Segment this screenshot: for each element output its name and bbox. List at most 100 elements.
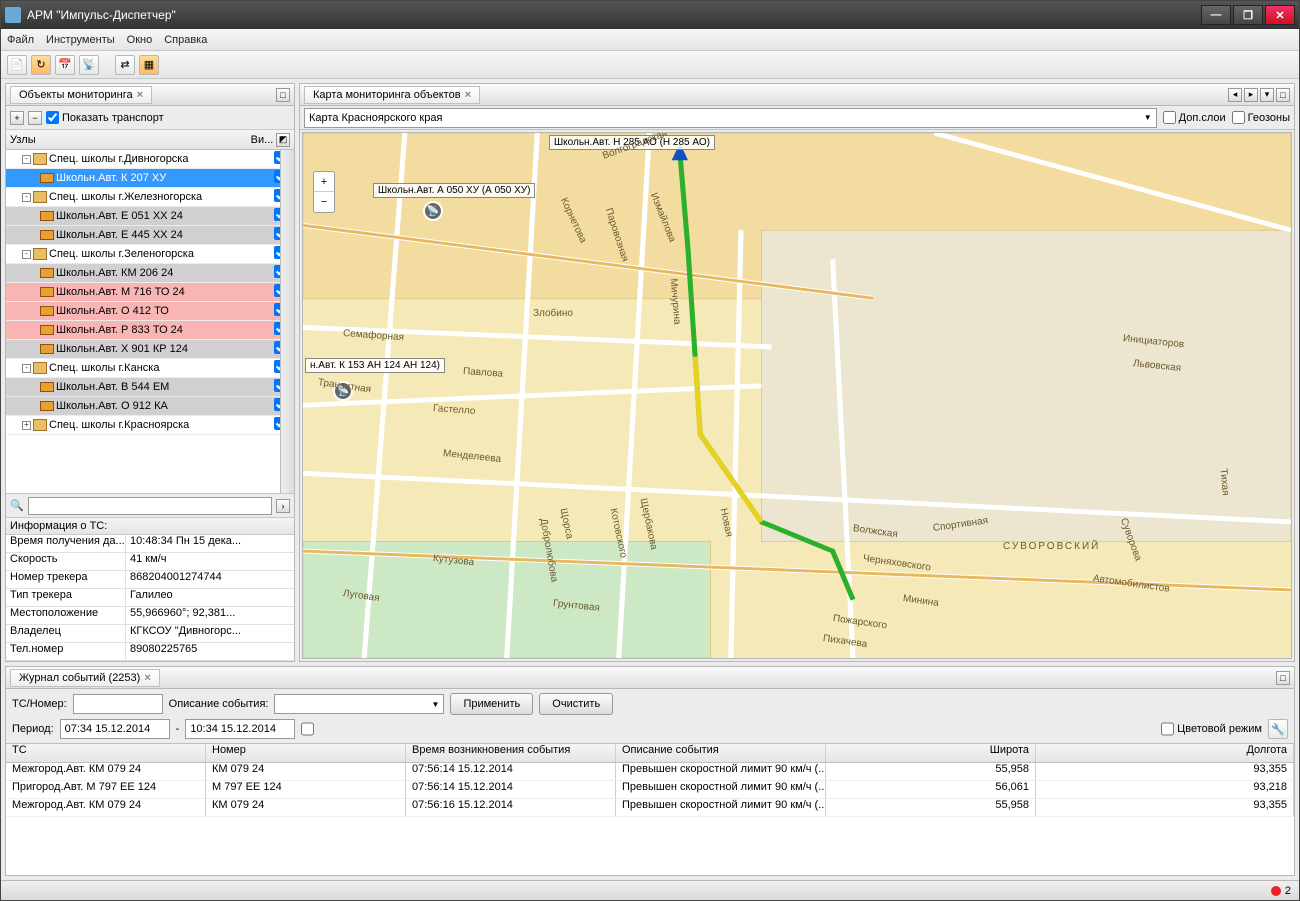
- toolbar-btn-antenna[interactable]: 📡: [79, 55, 99, 75]
- map-view[interactable]: + − Школьн.Авт. Н 285 АО (Н 285 АО) Школ…: [302, 132, 1292, 659]
- col-ts[interactable]: ТС: [6, 744, 206, 762]
- toolbar-btn-layers[interactable]: ▦: [139, 55, 159, 75]
- tree-row[interactable]: -Спец. школы г.Железногорска: [6, 188, 294, 207]
- tree-row[interactable]: Школьн.Авт. Х 901 КР 124: [6, 340, 294, 359]
- map-menu-button[interactable]: ▾: [1260, 88, 1274, 102]
- close-button[interactable]: ✕: [1265, 5, 1295, 25]
- map-marker-icon[interactable]: 📡: [423, 201, 443, 221]
- objects-tab[interactable]: Объекты мониторинга ×: [10, 86, 152, 104]
- col-visibility[interactable]: Ви...: [248, 134, 276, 146]
- search-input[interactable]: [28, 497, 272, 515]
- clear-button[interactable]: Очистить: [539, 693, 613, 715]
- filter-ts-input[interactable]: [73, 694, 163, 714]
- app-icon: [5, 7, 21, 23]
- folder-icon: [33, 419, 47, 431]
- panel-max-button[interactable]: □: [276, 88, 290, 102]
- events-tab-close-icon[interactable]: ×: [144, 672, 150, 684]
- col-time[interactable]: Время возникновения события: [406, 744, 616, 762]
- tree-row[interactable]: -Спец. школы г.Дивногорска: [6, 150, 294, 169]
- lbl-desc: Описание события:: [169, 698, 269, 710]
- map-marker-label-3: н.Авт. К 153 АН 124 АН 124): [305, 358, 445, 373]
- map-nav-right-button[interactable]: ▸: [1244, 88, 1258, 102]
- col-nodes[interactable]: Узлы: [10, 134, 248, 146]
- period-from-input[interactable]: [60, 719, 170, 739]
- tree-row[interactable]: +Спец. школы г.Красноярска: [6, 416, 294, 435]
- events-tab[interactable]: Журнал событий (2253) ×: [10, 669, 160, 687]
- bus-icon: [40, 325, 54, 335]
- bus-icon: [40, 268, 54, 278]
- tree-row[interactable]: Школьн.Авт. О 912 КА: [6, 397, 294, 416]
- map-tab[interactable]: Карта мониторинга объектов ×: [304, 86, 480, 104]
- show-transport-checkbox[interactable]: Показать транспорт: [46, 111, 164, 124]
- toolbar-btn-calendar[interactable]: 📅: [55, 55, 75, 75]
- tree-config-button[interactable]: ◩: [276, 133, 290, 147]
- bus-icon: [40, 287, 54, 297]
- map-nav-left-button[interactable]: ◂: [1228, 88, 1242, 102]
- bus-icon: [40, 382, 54, 392]
- tree-row[interactable]: Школьн.Авт. К 207 ХУ: [6, 169, 294, 188]
- event-row[interactable]: Межгород.Авт. КМ 079 24КМ 079 2407:56:14…: [6, 763, 1294, 781]
- layers-checkbox[interactable]: Доп.слои: [1163, 111, 1226, 124]
- period-to-input[interactable]: [185, 719, 295, 739]
- tree-row[interactable]: Школьн.Авт. М 716 ТО 24: [6, 283, 294, 302]
- menu-file[interactable]: Файл: [7, 34, 34, 46]
- expand-all-button[interactable]: +: [10, 111, 24, 125]
- objects-tab-label: Объекты мониторинга: [19, 89, 133, 101]
- period-lock-checkbox[interactable]: [301, 719, 314, 739]
- col-lat[interactable]: Широта: [826, 744, 1036, 762]
- geozones-checkbox[interactable]: Геозоны: [1232, 111, 1290, 124]
- color-mode-checkbox[interactable]: Цветовой режим: [1161, 719, 1262, 739]
- apply-button[interactable]: Применить: [450, 693, 533, 715]
- expander-icon[interactable]: -: [22, 250, 31, 259]
- chevron-down-icon: ▼: [1144, 113, 1152, 122]
- folder-icon: [33, 191, 47, 203]
- maximize-button[interactable]: ❐: [1233, 5, 1263, 25]
- expander-icon[interactable]: +: [22, 421, 31, 430]
- map-select-combo[interactable]: Карта Красноярского края ▼: [304, 108, 1157, 128]
- tree-row[interactable]: Школьн.Авт. О 412 ТО: [6, 302, 294, 321]
- objects-tab-close-icon[interactable]: ×: [137, 89, 143, 101]
- event-row[interactable]: Пригород.Авт. М 797 ЕЕ 124М 797 ЕЕ 12407…: [6, 781, 1294, 799]
- folder-icon: [33, 248, 47, 260]
- tree-row[interactable]: Школьн.Авт. КМ 206 24: [6, 264, 294, 283]
- col-desc[interactable]: Описание события: [616, 744, 826, 762]
- toolbar-btn-route[interactable]: ⇄: [115, 55, 135, 75]
- map-max-button[interactable]: □: [1276, 88, 1290, 102]
- map-marker-label-2: Школьн.Авт. А 050 ХУ (А 050 ХУ): [373, 183, 535, 198]
- tree-row[interactable]: -Спец. школы г.Канска: [6, 359, 294, 378]
- events-settings-button[interactable]: 🔧: [1268, 719, 1288, 739]
- minimize-button[interactable]: —: [1201, 5, 1231, 25]
- menu-help[interactable]: Справка: [164, 34, 207, 46]
- col-lon[interactable]: Долгота: [1036, 744, 1294, 762]
- toolbar-btn-1[interactable]: 📄: [7, 55, 27, 75]
- search-go-button[interactable]: ›: [276, 499, 290, 513]
- expander-icon[interactable]: -: [22, 364, 31, 373]
- expander-icon[interactable]: -: [22, 155, 31, 164]
- events-max-button[interactable]: □: [1276, 671, 1290, 685]
- tree-row[interactable]: Школьн.Авт. Е 445 ХХ 24: [6, 226, 294, 245]
- map-tab-close-icon[interactable]: ×: [465, 89, 471, 101]
- tree-row[interactable]: -Спец. школы г.Зеленогорска: [6, 245, 294, 264]
- menu-window[interactable]: Окно: [127, 34, 153, 46]
- events-table-body[interactable]: Межгород.Авт. КМ 079 24КМ 079 2407:56:14…: [6, 763, 1294, 875]
- menu-tools[interactable]: Инструменты: [46, 34, 115, 46]
- tree-row[interactable]: Школьн.Авт. Р 833 ТО 24: [6, 321, 294, 340]
- expander-icon[interactable]: -: [22, 193, 31, 202]
- tree-row[interactable]: Школьн.Авт. Е 051 ХХ 24: [6, 207, 294, 226]
- filter-desc-combo[interactable]: ▼: [274, 694, 444, 714]
- search-icon: 🔍: [10, 499, 24, 512]
- toolbar-btn-refresh[interactable]: ↻: [31, 55, 51, 75]
- objects-tree[interactable]: -Спец. школы г.ДивногорскаШкольн.Авт. К …: [6, 150, 294, 493]
- zoom-in-button[interactable]: +: [314, 172, 334, 192]
- titlebar[interactable]: АРМ "Импульс-Диспетчер" — ❐ ✕: [1, 1, 1299, 29]
- event-row[interactable]: Межгород.Авт. КМ 079 24КМ 079 2407:56:16…: [6, 799, 1294, 817]
- collapse-all-button[interactable]: −: [28, 111, 42, 125]
- col-num[interactable]: Номер: [206, 744, 406, 762]
- zoom-out-button[interactable]: −: [314, 192, 334, 212]
- info-row: Скорость41 км/ч: [6, 553, 294, 571]
- tree-row[interactable]: Школьн.Авт. В 544 ЕМ: [6, 378, 294, 397]
- app-window: АРМ "Импульс-Диспетчер" — ❐ ✕ Файл Инстр…: [0, 0, 1300, 901]
- bus-icon: [40, 306, 54, 316]
- tree-scrollbar[interactable]: [280, 150, 294, 493]
- bus-icon: [40, 344, 54, 354]
